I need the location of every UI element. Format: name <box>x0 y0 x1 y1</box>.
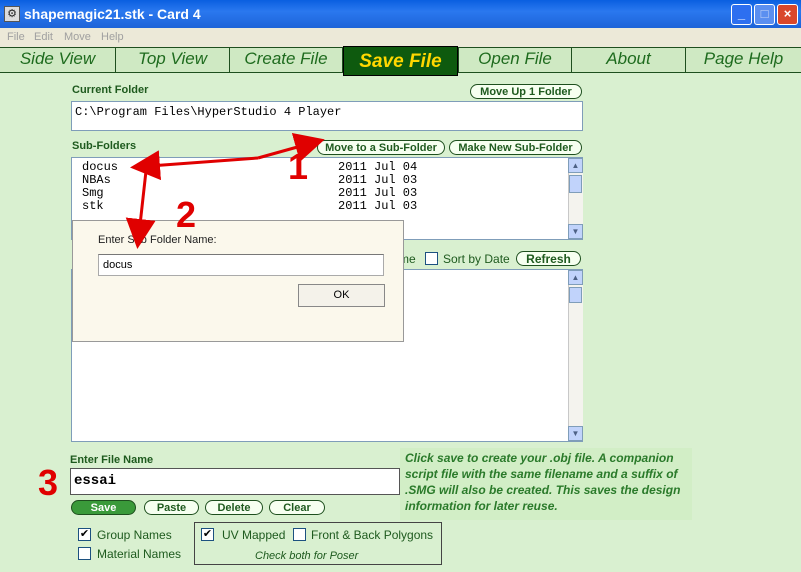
annotation-number-2: 2 <box>176 194 197 235</box>
arrow-to-docus <box>130 150 259 181</box>
annotation-number-1: 1 <box>288 146 309 187</box>
annotation-arrows <box>125 132 325 249</box>
arrow-to-dialog <box>125 170 156 249</box>
annotation-number-3: 3 <box>38 462 59 503</box>
